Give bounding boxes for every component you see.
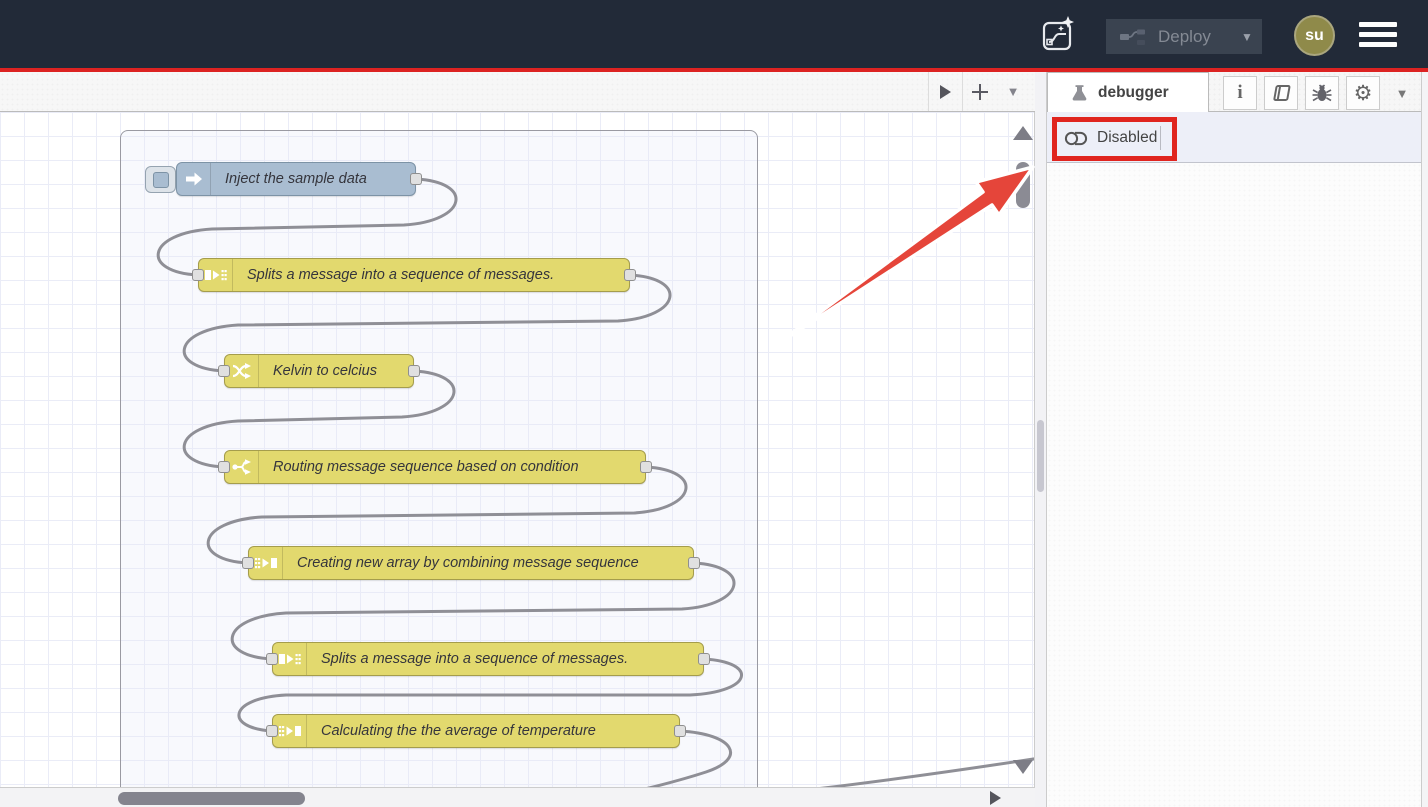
change-shuffle-icon: [225, 355, 259, 387]
wire: [520, 758, 1035, 787]
node-red-app: Deploy ▼ su ▼: [0, 0, 1428, 807]
scroll-up-icon[interactable]: [1013, 126, 1033, 140]
node-label: Inject the sample data: [211, 171, 381, 187]
output-port[interactable]: [410, 173, 422, 185]
flask-icon: [1070, 84, 1089, 102]
input-port[interactable]: [192, 269, 204, 281]
tab-debugger[interactable]: debugger: [1047, 72, 1209, 112]
toolbar-separator: [1160, 126, 1161, 150]
deploy-label: Deploy: [1158, 27, 1232, 47]
output-port[interactable]: [674, 725, 686, 737]
deploy-nodes-icon: [1120, 28, 1146, 46]
join-icon: [273, 715, 307, 747]
node-split-1[interactable]: Splits a message into a sequence of mess…: [198, 258, 630, 292]
input-port[interactable]: [218, 461, 230, 473]
split-icon: [199, 259, 233, 291]
split-icon: [273, 643, 307, 675]
node-inject[interactable]: Inject the sample data: [176, 162, 416, 196]
node-split-2[interactable]: Splits a message into a sequence of mess…: [272, 642, 704, 676]
node-label: Kelvin to celcius: [259, 363, 391, 379]
node-label: Splits a message into a sequence of mess…: [233, 267, 568, 283]
chevron-down-icon[interactable]: ▼: [1387, 76, 1417, 110]
header-bar: Deploy ▼ su: [0, 0, 1428, 68]
scroll-down-icon[interactable]: [1013, 760, 1033, 774]
switch-fork-icon: [225, 451, 259, 483]
output-port[interactable]: [698, 653, 710, 665]
add-flow-icon[interactable]: [962, 72, 996, 111]
sidebar: debugger i: [1047, 72, 1428, 807]
node-label: Splits a message into a sequence of mess…: [307, 651, 642, 667]
tab-label: debugger: [1098, 84, 1169, 102]
node-label: Routing message sequence based on condit…: [259, 459, 593, 475]
horizontal-scrollbar[interactable]: [0, 787, 1035, 807]
node-join-2[interactable]: Calculating the the average of temperatu…: [272, 714, 680, 748]
bug-icon[interactable]: [1305, 76, 1339, 110]
input-port[interactable]: [266, 653, 278, 665]
sidebar-header: debugger i: [1047, 72, 1428, 112]
main-menu-icon[interactable]: [1359, 22, 1399, 47]
output-port[interactable]: [688, 557, 700, 569]
input-port[interactable]: [266, 725, 278, 737]
user-avatar[interactable]: su: [1294, 15, 1335, 56]
debug-messages-panel[interactable]: [1047, 163, 1428, 807]
debug-disabled-toggle[interactable]: Disabled: [1064, 124, 1157, 152]
inject-trigger-button[interactable]: [145, 166, 176, 193]
node-join-1[interactable]: Creating new array by combining message …: [248, 546, 694, 580]
vertical-scrollbar-thumb[interactable]: [1016, 162, 1030, 208]
sidebar-splitter[interactable]: [1035, 72, 1047, 807]
info-icon[interactable]: i: [1223, 76, 1257, 110]
scroll-right-icon[interactable]: [990, 791, 1001, 805]
next-flow-icon[interactable]: [928, 72, 962, 111]
disabled-label: Disabled: [1097, 129, 1157, 147]
deploy-chevron-icon[interactable]: ▼: [1232, 30, 1262, 44]
node-label: Creating new array by combining message …: [283, 555, 653, 571]
ai-assistant-icon[interactable]: [1040, 15, 1078, 53]
node-label: Calculating the the average of temperatu…: [307, 723, 610, 739]
debug-toolbar: Disabled: [1047, 112, 1428, 163]
input-port[interactable]: [242, 557, 254, 569]
flow-canvas[interactable]: Inject the sample data Splits a message …: [0, 112, 1035, 787]
splitter-handle[interactable]: [1037, 420, 1044, 492]
node-change[interactable]: Kelvin to celcius: [224, 354, 414, 388]
avatar-initials: su: [1305, 27, 1324, 45]
toggle-off-icon: [1064, 130, 1088, 147]
node-switch[interactable]: Routing message sequence based on condit…: [224, 450, 646, 484]
join-icon: [249, 547, 283, 579]
book-icon[interactable]: [1264, 76, 1298, 110]
output-port[interactable]: [408, 365, 420, 377]
output-port[interactable]: [624, 269, 636, 281]
deploy-button[interactable]: Deploy ▼: [1106, 19, 1262, 54]
flow-list-chevron-icon[interactable]: ▼: [996, 72, 1030, 111]
input-port[interactable]: [218, 365, 230, 377]
window-scrollbar-strip: [1421, 72, 1428, 807]
inject-arrow-icon: [177, 163, 211, 195]
output-port[interactable]: [640, 461, 652, 473]
flow-tabbar: ▼: [0, 72, 1035, 112]
horizontal-scrollbar-thumb[interactable]: [118, 792, 305, 805]
gear-icon[interactable]: ⚙: [1346, 76, 1380, 110]
